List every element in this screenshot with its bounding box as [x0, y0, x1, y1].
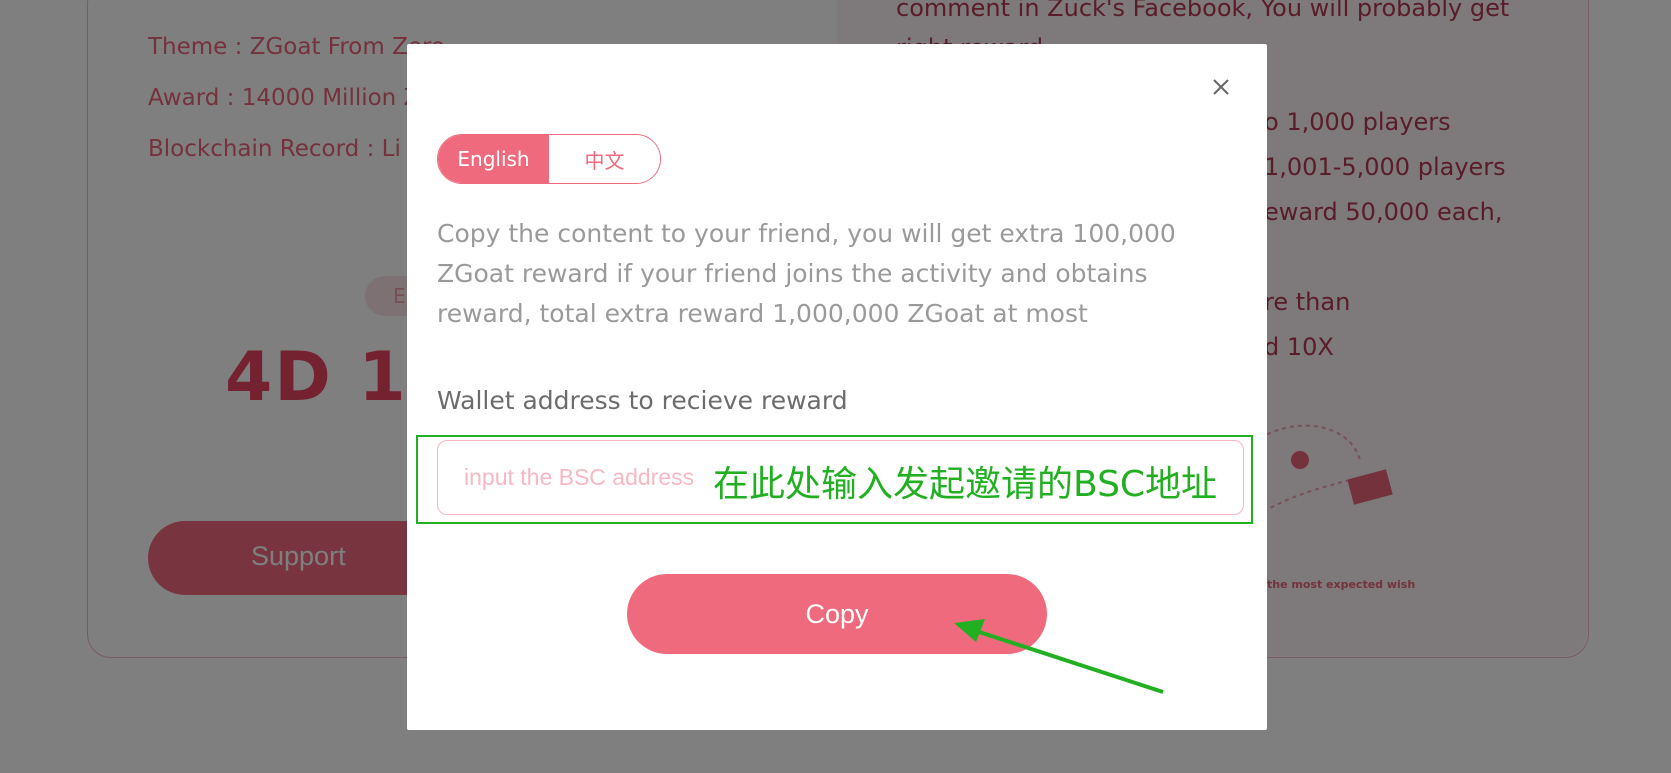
close-button[interactable] — [1208, 74, 1234, 100]
language-option-chinese[interactable]: 中文 — [549, 135, 660, 183]
close-icon — [1213, 79, 1229, 95]
language-toggle: English 中文 — [437, 134, 661, 184]
copy-button[interactable]: Copy — [627, 574, 1047, 654]
invite-description: Copy the content to your friend, you wil… — [437, 219, 1176, 328]
wallet-address-label: Wallet address to recieve reward — [437, 386, 848, 415]
wallet-address-input[interactable] — [437, 440, 1244, 515]
invite-modal: English 中文 Copy the content to your frie… — [407, 44, 1267, 730]
language-option-english[interactable]: English — [438, 135, 549, 183]
